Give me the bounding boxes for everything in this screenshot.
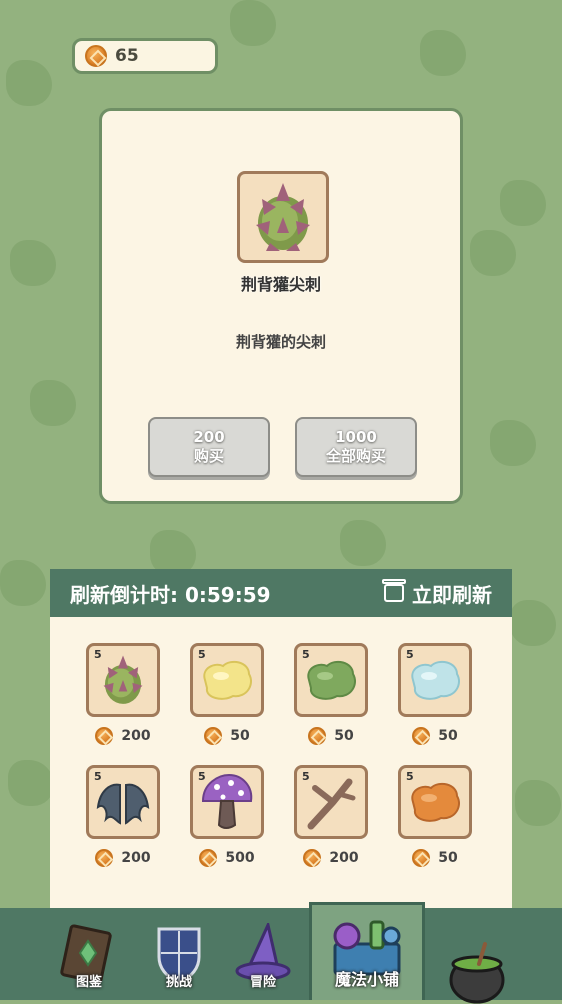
tab-label: 冒险 (249, 975, 276, 990)
purple-mushroom-icon (201, 773, 253, 829)
price-value: 50 (334, 728, 354, 744)
green-slime-icon (307, 660, 356, 700)
shop-grid: 5 200 5 50 5 50 5 50 5 200 5 500 5 200 5… (86, 643, 478, 867)
item-description: 荆背獾的尖刺 (235, 333, 326, 351)
coin-icon (308, 727, 327, 745)
selected-item-box (237, 171, 329, 263)
bat-wings-icon (96, 783, 150, 825)
buy-all-button[interactable]: 1000 全部购买 (295, 417, 417, 477)
item-detail-panel: 荆背獾尖刺 荆背獾的尖刺 200 购买 1000 全部购买 (99, 108, 463, 504)
tab-label: 图鉴 (75, 975, 102, 990)
coin-counter: 65 (72, 38, 218, 74)
item-price: 50 (204, 727, 250, 745)
blue-slime-icon (411, 660, 460, 700)
coin-icon (85, 45, 107, 67)
tab-label: 挑战 (165, 975, 192, 990)
item-slot[interactable]: 5 (86, 765, 160, 839)
shop-header: 刷新倒计时: 0:59:59 立即刷新 (50, 569, 512, 617)
tab-challenge[interactable]: 挑战 (134, 920, 224, 1000)
item-slot[interactable]: 5 (86, 643, 160, 717)
item-slot[interactable]: 5 (398, 765, 472, 839)
cauldron-icon (449, 942, 505, 1004)
coin-amount: 65 (115, 46, 139, 66)
item-price: 50 (412, 727, 458, 745)
item-price: 200 (95, 727, 151, 745)
coin-icon (303, 849, 322, 867)
shop-item[interactable]: 5 50 (190, 643, 264, 745)
item-price: 200 (95, 849, 151, 867)
coin-icon (412, 727, 431, 745)
price-value: 50 (438, 728, 458, 744)
item-slot[interactable]: 5 (398, 643, 472, 717)
item-quantity: 5 (94, 648, 102, 661)
coin-icon (412, 849, 431, 867)
item-quantity: 5 (406, 648, 414, 661)
price-value: 200 (329, 850, 359, 866)
tab-collection[interactable]: 图鉴 (44, 920, 134, 1000)
shop-item[interactable]: 5 200 (294, 765, 368, 867)
item-quantity: 5 (302, 648, 310, 661)
tab-magic-shop[interactable]: 魔法小铺 (309, 902, 425, 1000)
price-value: 500 (225, 850, 255, 866)
item-slot[interactable]: 5 (190, 765, 264, 839)
item-quantity: 5 (94, 770, 102, 783)
spike-icon (103, 655, 143, 704)
coin-icon (95, 727, 114, 745)
spike-icon (256, 183, 310, 251)
refresh-now-button[interactable]: 立即刷新 (382, 579, 492, 608)
item-price: 500 (199, 849, 255, 867)
item-slot[interactable]: 5 (294, 643, 368, 717)
tab-adventure[interactable]: 冒险 (218, 920, 308, 1000)
refresh-countdown: 刷新倒计时: 0:59:59 (70, 579, 271, 608)
item-price: 50 (412, 849, 458, 867)
coin-icon (95, 849, 114, 867)
item-quantity: 5 (302, 770, 310, 783)
shop-panel: 刷新倒计时: 0:59:59 立即刷新 5 200 5 50 5 50 5 50… (50, 569, 512, 914)
price-value: 200 (121, 728, 151, 744)
tab-label: 魔法小铺 (334, 970, 399, 989)
price-value: 200 (121, 850, 151, 866)
price-value: 50 (230, 728, 250, 744)
item-quantity: 5 (198, 648, 206, 661)
bottom-nav: 图鉴 挑战 冒险 魔法小铺 (0, 902, 562, 1004)
buy-all-price: 1000 (335, 428, 377, 446)
gift-icon (382, 579, 406, 602)
yellow-slime-icon (203, 660, 252, 700)
shop-item[interactable]: 5 50 (398, 643, 472, 745)
shop-item[interactable]: 5 500 (190, 765, 264, 867)
buy-one-price: 200 (193, 428, 225, 446)
shop-item[interactable]: 5 50 (398, 765, 472, 867)
shop-item[interactable]: 5 200 (86, 765, 160, 867)
item-name: 荆背獾尖刺 (240, 275, 321, 294)
buy-one-button[interactable]: 200 购买 (148, 417, 270, 477)
buy-one-label: 购买 (193, 447, 224, 465)
refresh-now-label: 立即刷新 (412, 582, 492, 607)
item-price: 200 (303, 849, 359, 867)
price-value: 50 (438, 850, 458, 866)
tab-cauldron[interactable] (432, 920, 522, 1004)
item-slot[interactable]: 5 (294, 765, 368, 839)
coin-icon (199, 849, 218, 867)
shop-item[interactable]: 5 50 (294, 643, 368, 745)
shop-item[interactable]: 5 200 (86, 643, 160, 745)
buy-all-label: 全部购买 (325, 447, 386, 465)
countdown-label: 刷新倒计时: (70, 582, 178, 607)
countdown-time: 0:59:59 (184, 582, 271, 607)
item-price: 50 (308, 727, 354, 745)
coin-icon (204, 727, 223, 745)
orange-slime-icon (411, 782, 460, 822)
item-quantity: 5 (198, 770, 206, 783)
branch-icon (307, 778, 356, 830)
item-quantity: 5 (406, 770, 414, 783)
item-slot[interactable]: 5 (190, 643, 264, 717)
